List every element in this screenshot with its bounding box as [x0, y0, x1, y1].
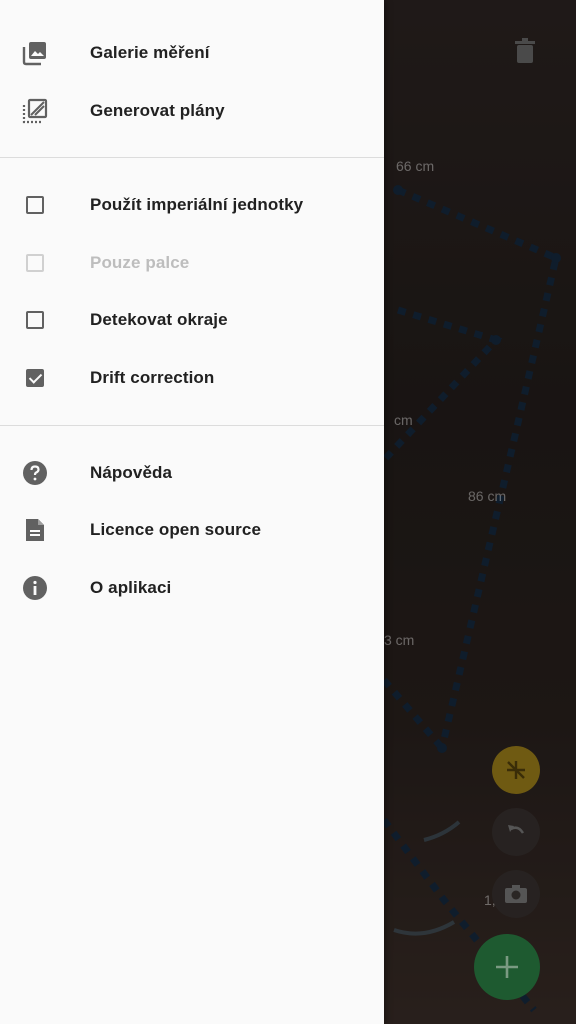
navigation-drawer: Galerie měření Generovat plány Použít im…: [0, 0, 384, 1024]
undo-icon: [508, 825, 525, 834]
menu-item-help[interactable]: Nápověda: [0, 445, 384, 501]
menu-item-about[interactable]: O aplikaci: [0, 560, 384, 616]
setting-drift-correction[interactable]: Drift correction: [0, 350, 384, 406]
add-point-button[interactable]: [474, 934, 540, 1000]
checkbox-checked-icon[interactable]: [22, 365, 48, 391]
divider: [0, 425, 384, 426]
trash-icon[interactable]: [514, 38, 536, 69]
checkbox-unchecked-icon[interactable]: [22, 307, 48, 333]
plus-icon: [496, 956, 518, 978]
scrim[interactable]: [384, 0, 576, 1024]
no-snap-icon: [507, 761, 525, 779]
measure-label: cm: [394, 412, 413, 428]
help-icon: [22, 460, 48, 486]
gallery-icon: [22, 40, 48, 66]
setting-inches-only: Pouze palce: [0, 235, 384, 291]
camera-button[interactable]: [492, 870, 540, 918]
checkbox-disabled-icon: [22, 250, 48, 276]
setting-label: Drift correction: [90, 368, 215, 387]
setting-label: Pouze palce: [90, 253, 190, 272]
menu-item-label: Nápověda: [90, 463, 173, 482]
menu-item-label: Licence open source: [90, 520, 262, 539]
measure-label: 86 cm: [468, 488, 507, 504]
camera-icon: [505, 885, 527, 903]
setting-label: Detekovat okraje: [90, 310, 228, 329]
setting-imperial-units[interactable]: Použít imperiální jednotky: [0, 177, 384, 233]
menu-item-label: Generovat plány: [90, 101, 225, 120]
menu-item-generate-plans[interactable]: Generovat plány: [0, 83, 384, 139]
snap-toggle-button[interactable]: [492, 746, 540, 794]
setting-detect-edges[interactable]: Detekovat okraje: [0, 292, 384, 348]
menu-item-label: Galerie měření: [90, 43, 210, 62]
document-icon: [22, 517, 48, 543]
floorplan-icon: [22, 98, 48, 124]
undo-button[interactable]: [492, 808, 540, 856]
checkbox-unchecked-icon[interactable]: [22, 192, 48, 218]
menu-item-open-source-licenses[interactable]: Licence open source: [0, 502, 384, 558]
camera-view[interactable]: [384, 0, 576, 1024]
setting-label: Použít imperiální jednotky: [90, 195, 304, 214]
menu-item-gallery[interactable]: Galerie měření: [0, 25, 384, 81]
measure-label: 3 cm: [384, 632, 415, 648]
info-icon: [22, 575, 48, 601]
menu-item-label: O aplikaci: [90, 578, 172, 597]
measure-label: 66 cm: [396, 158, 435, 174]
divider: [0, 157, 384, 158]
